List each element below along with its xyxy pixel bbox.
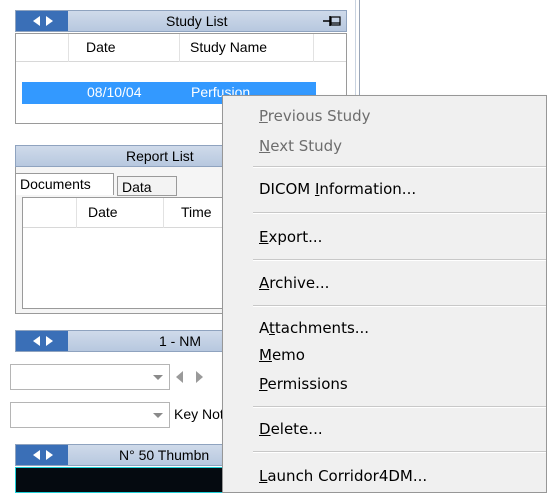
report-list-panel: Documents Data Date Time (15, 167, 225, 314)
menu-separator (253, 212, 546, 214)
tab-documents[interactable]: Documents (15, 173, 114, 195)
report-list-table: Date Time (22, 197, 224, 309)
menu-item-permissions[interactable]: Permissions (259, 375, 348, 393)
arrow-left-icon[interactable] (33, 336, 40, 346)
chevron-down-icon (153, 413, 163, 418)
pin-icon[interactable] (322, 14, 342, 28)
column-header-date[interactable]: Date (88, 204, 118, 220)
study-nav-arrows[interactable] (16, 11, 68, 31)
context-menu: Previous Study Next Study DICOM Informat… (222, 95, 547, 493)
column-header-time[interactable]: Time (181, 204, 212, 220)
report-list-title: Report List (126, 148, 194, 164)
report-list-titlebar: Report List (15, 145, 225, 167)
menu-separator (253, 305, 546, 307)
menu-item-previous-study[interactable]: Previous Study (259, 107, 370, 125)
menu-separator (253, 166, 546, 168)
keynote-select[interactable] (10, 402, 170, 428)
study-date: 08/10/04 (87, 84, 142, 100)
series-title: 1 - NM (159, 333, 201, 349)
next-image-icon[interactable] (196, 371, 203, 383)
thumbnails-title: N° 50 Thumbn (119, 447, 210, 463)
menu-item-delete[interactable]: Delete... (259, 420, 323, 438)
arrow-right-icon[interactable] (46, 336, 53, 346)
menu-item-attachments[interactable]: Attachments... (259, 319, 369, 337)
menu-item-archive[interactable]: Archive... (259, 274, 329, 292)
series-titlebar: 1 - NM (15, 330, 225, 352)
arrow-left-icon[interactable] (33, 450, 40, 460)
thumbnail-strip[interactable] (15, 467, 225, 493)
series-nav-arrows[interactable] (16, 331, 68, 351)
series-select[interactable] (10, 364, 170, 390)
column-header-study-name[interactable]: Study Name (190, 34, 267, 61)
arrow-right-icon[interactable] (46, 450, 53, 460)
study-list-title: Study List (166, 13, 228, 29)
menu-item-export[interactable]: Export... (259, 228, 322, 246)
thumbnails-nav-arrows[interactable] (16, 445, 68, 465)
report-list-header: Date Time (23, 198, 223, 228)
menu-gutter (223, 96, 253, 492)
menu-separator (253, 259, 546, 261)
study-list-titlebar: Study List (15, 10, 347, 32)
menu-separator (253, 406, 546, 408)
menu-item-next-study[interactable]: Next Study (259, 137, 342, 155)
menu-item-dicom-information[interactable]: DICOM Information... (259, 180, 416, 198)
menu-item-memo[interactable]: Memo (259, 346, 305, 364)
previous-image-icon[interactable] (176, 371, 183, 383)
arrow-right-icon[interactable] (46, 16, 53, 26)
arrow-left-icon[interactable] (33, 16, 40, 26)
chevron-down-icon (153, 375, 163, 380)
thumbnails-titlebar: N° 50 Thumbn (15, 444, 225, 466)
column-header-date[interactable]: Date (86, 34, 116, 61)
menu-item-launch-corridor4dm[interactable]: Launch Corridor4DM... (259, 467, 427, 485)
study-list-header: Date Study Name (16, 34, 346, 62)
tab-data[interactable]: Data (117, 176, 177, 196)
menu-separator (253, 451, 546, 453)
